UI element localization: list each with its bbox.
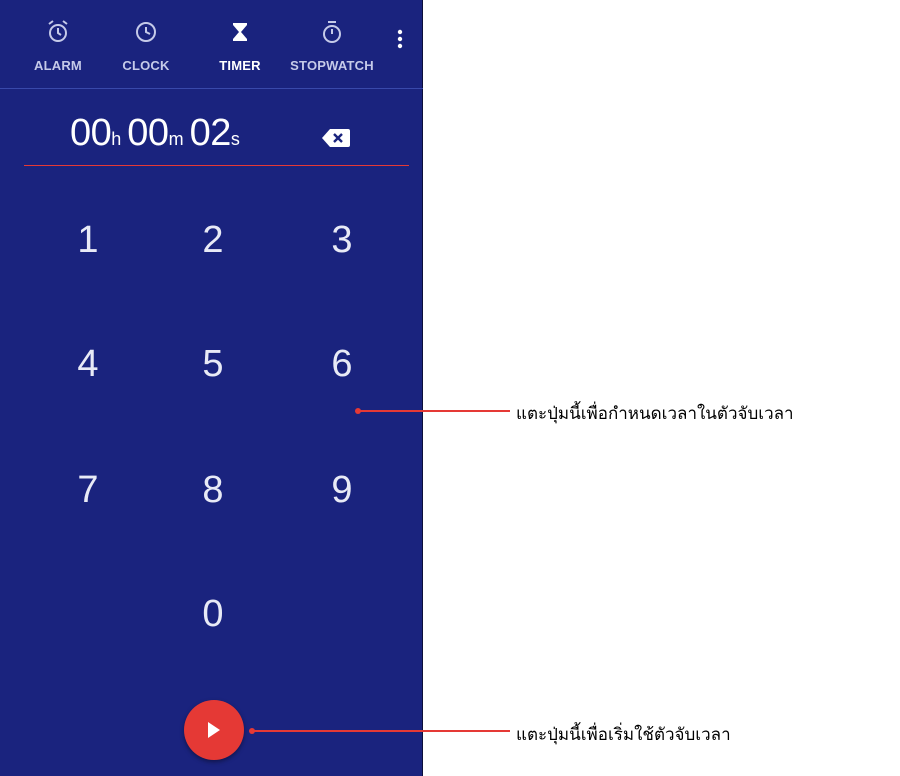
hours-value: 00 xyxy=(70,112,112,154)
tab-label: CLOCK xyxy=(122,58,170,73)
key-5[interactable]: 5 xyxy=(173,334,253,394)
more-options-icon[interactable] xyxy=(390,26,410,54)
keypad-callout-line xyxy=(360,410,510,412)
alarm-clock-icon xyxy=(13,18,103,46)
hours-unit: h xyxy=(111,129,122,149)
play-icon xyxy=(208,722,220,738)
key-0[interactable]: 0 xyxy=(173,584,253,644)
minutes-unit: m xyxy=(168,129,184,149)
seconds-value: 02 xyxy=(189,112,232,154)
tab-clock[interactable]: CLOCK xyxy=(101,0,191,88)
minutes-value: 00 xyxy=(127,112,169,154)
key-2[interactable]: 2 xyxy=(173,210,253,270)
start-button[interactable] xyxy=(184,700,244,760)
keypad-callout-text: แตะปุ่มนี้เพื่อกำหนดเวลาในตัวจับเวลา xyxy=(516,404,794,424)
backspace-icon[interactable] xyxy=(320,126,352,150)
tab-label: TIMER xyxy=(219,58,261,73)
tab-divider xyxy=(0,88,423,89)
timer-underline xyxy=(24,165,409,166)
stopwatch-icon xyxy=(287,18,377,46)
tab-alarm[interactable]: ALARM xyxy=(13,0,103,88)
start-callout-text: แตะปุ่มนี้เพื่อเริ่มใช้ตัวจับเวลา xyxy=(516,725,731,745)
tab-label: STOPWATCH xyxy=(290,58,374,73)
key-8[interactable]: 8 xyxy=(173,460,253,520)
seconds-unit: s xyxy=(230,129,240,149)
key-1[interactable]: 1 xyxy=(48,210,128,270)
tab-label: ALARM xyxy=(34,58,82,73)
tab-bar: ALARM CLOCK TIMER STOPWATCH xyxy=(0,0,423,88)
start-callout-line xyxy=(254,730,510,732)
tab-stopwatch[interactable]: STOPWATCH xyxy=(287,0,377,88)
timer-screen: ALARM CLOCK TIMER STOPWATCH 00h 00m 02s … xyxy=(0,0,423,776)
key-3[interactable]: 3 xyxy=(302,210,382,270)
clock-icon xyxy=(101,18,191,46)
tab-timer[interactable]: TIMER xyxy=(195,0,285,88)
key-4[interactable]: 4 xyxy=(48,334,128,394)
key-6[interactable]: 6 xyxy=(302,334,382,394)
hourglass-icon xyxy=(195,18,285,46)
key-7[interactable]: 7 xyxy=(48,460,128,520)
key-9[interactable]: 9 xyxy=(302,460,382,520)
timer-display: 00h 00m 02s xyxy=(70,112,246,162)
